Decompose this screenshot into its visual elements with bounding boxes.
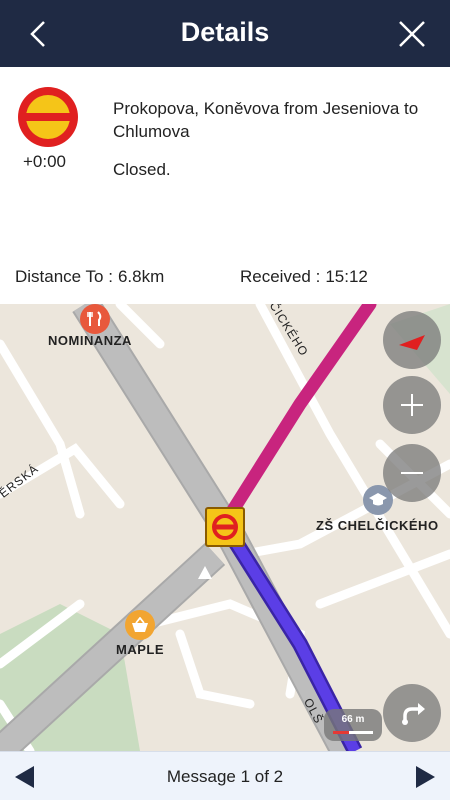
close-icon: [399, 21, 425, 47]
zoom-in-button[interactable]: [383, 376, 441, 434]
message-counter: Message 1 of 2: [166, 767, 284, 786]
next-message-button[interactable]: [412, 764, 438, 790]
message-pager: Message 1 of 2: [0, 751, 450, 800]
scale-bar: [333, 731, 373, 734]
top-bar: Details: [0, 0, 450, 67]
scale-label: 66 m: [341, 714, 365, 725]
distance-label: Distance To :: [15, 267, 113, 286]
compass-icon: [399, 335, 425, 350]
road-closed-marker-icon: [212, 514, 238, 540]
road-closed-icon: [18, 87, 78, 147]
received-value: 15:12: [325, 267, 368, 286]
received-time: Received :15:12: [240, 267, 368, 287]
zoom-in-icon: [401, 394, 423, 416]
incident-details: +0:00 Prokopova, Koněvova from Jeseniova…: [0, 67, 450, 304]
shopping-basket-icon[interactable]: [125, 610, 155, 640]
received-label: Received :: [240, 267, 321, 286]
delay-time: +0:00: [23, 152, 67, 171]
map-scale: 66 m: [324, 709, 382, 741]
distance-value: 6.8km: [117, 267, 165, 286]
poi-label-maple: MAPLE: [116, 642, 164, 657]
graduation-cap-glyph: [369, 493, 387, 506]
basket-glyph: [132, 617, 148, 632]
incident-street: Prokopova, Koněvova from Jeseniova to Ch…: [113, 99, 419, 141]
zoom-out-button[interactable]: [383, 444, 441, 502]
map-view[interactable]: ČICKÉHO ĚRSKÁ OLŠ NOMINANZA ZŠ CHELČICKÉ…: [0, 304, 450, 751]
zoom-out-icon: [401, 472, 423, 474]
route-turn-icon: [402, 703, 425, 725]
page-title: Details: [180, 17, 270, 47]
fork-knife-glyph: [87, 311, 102, 326]
distance-to: Distance To :6.8km: [15, 267, 164, 287]
incident-status: Closed.: [113, 160, 171, 179]
compass-button[interactable]: [383, 311, 441, 369]
poi-label-nominanza: NOMINANZA: [48, 333, 132, 348]
route-button[interactable]: [383, 684, 441, 742]
incident-marker[interactable]: [205, 507, 245, 547]
poi-label-school: ZŠ CHELČICKÉHO: [316, 518, 439, 533]
close-button[interactable]: [388, 10, 436, 58]
restaurant-icon[interactable]: [80, 304, 110, 334]
triangle-right-icon: [416, 766, 435, 788]
